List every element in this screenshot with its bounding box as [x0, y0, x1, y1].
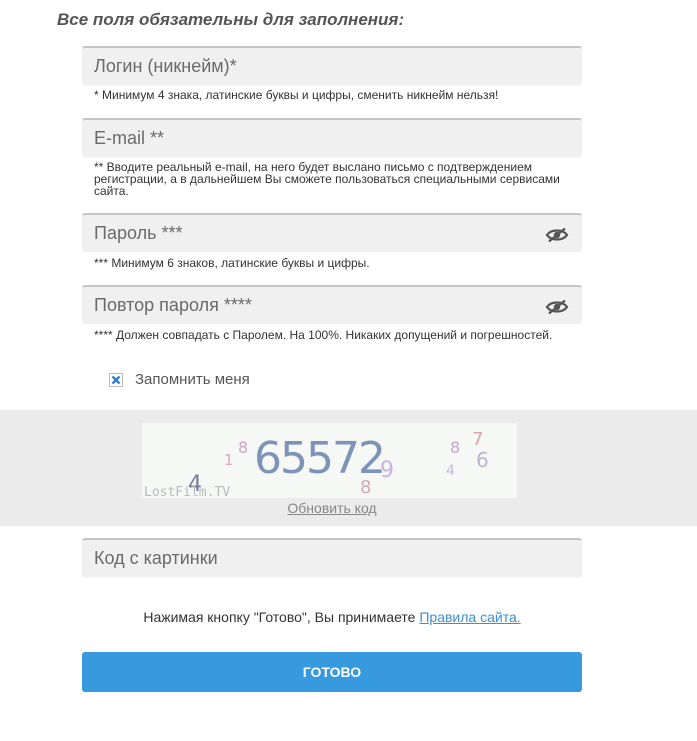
- submit-button[interactable]: Готово: [82, 652, 582, 692]
- password-repeat-input[interactable]: [82, 285, 582, 325]
- captcha-noise-digit: 7: [472, 429, 483, 450]
- checkbox-box[interactable]: [109, 372, 123, 387]
- remember-me-label: Запомнить меня: [135, 371, 250, 388]
- captcha-code: 65572: [254, 433, 384, 484]
- captcha-section: 1 8 4 8 9 8 7 6 4 65572 LostFilm.TV Обно…: [0, 410, 697, 526]
- captcha-noise-digit: 6: [476, 448, 489, 472]
- eye-off-icon[interactable]: [545, 227, 569, 243]
- terms-text: Нажимая кнопку "Готово", Вы принимаете: [143, 609, 420, 625]
- password-repeat-hint: **** Должен совпадать с Паролем. На 100%…: [94, 328, 553, 342]
- registration-form: Все поля обязательны для заполнения: * М…: [0, 0, 697, 741]
- login-input[interactable]: [82, 46, 582, 86]
- captcha-noise-digit: 8: [238, 438, 248, 457]
- captcha-noise-digit: 1: [224, 451, 234, 469]
- password-input[interactable]: [82, 213, 582, 253]
- password-hint: *** Минимум 6 знаков, латинские буквы и …: [94, 256, 370, 270]
- captcha-input[interactable]: [82, 538, 582, 578]
- captcha-watermark: LostFilm.TV: [144, 485, 230, 498]
- captcha-image: 1 8 4 8 9 8 7 6 4 65572 LostFilm.TV: [142, 423, 517, 500]
- site-rules-link[interactable]: Правила сайта.: [419, 609, 520, 625]
- email-hint: ** Вводите реальный e-mail, на него буде…: [94, 160, 560, 198]
- refresh-captcha-link[interactable]: Обновить код: [0, 500, 664, 516]
- captcha-noise-digit: 8: [450, 438, 460, 457]
- eye-off-icon[interactable]: [545, 299, 569, 315]
- check-x-icon: [111, 375, 121, 384]
- form-heading: Все поля обязательны для заполнения:: [57, 10, 405, 29]
- captcha-noise-digit: 4: [446, 463, 455, 479]
- email-input[interactable]: [82, 118, 582, 158]
- remember-me-checkbox[interactable]: Запомнить меня: [109, 371, 250, 388]
- terms-notice: Нажимая кнопку "Готово", Вы принимаете П…: [0, 609, 664, 625]
- login-hint: * Минимум 4 знака, латинские буквы и циф…: [94, 88, 499, 102]
